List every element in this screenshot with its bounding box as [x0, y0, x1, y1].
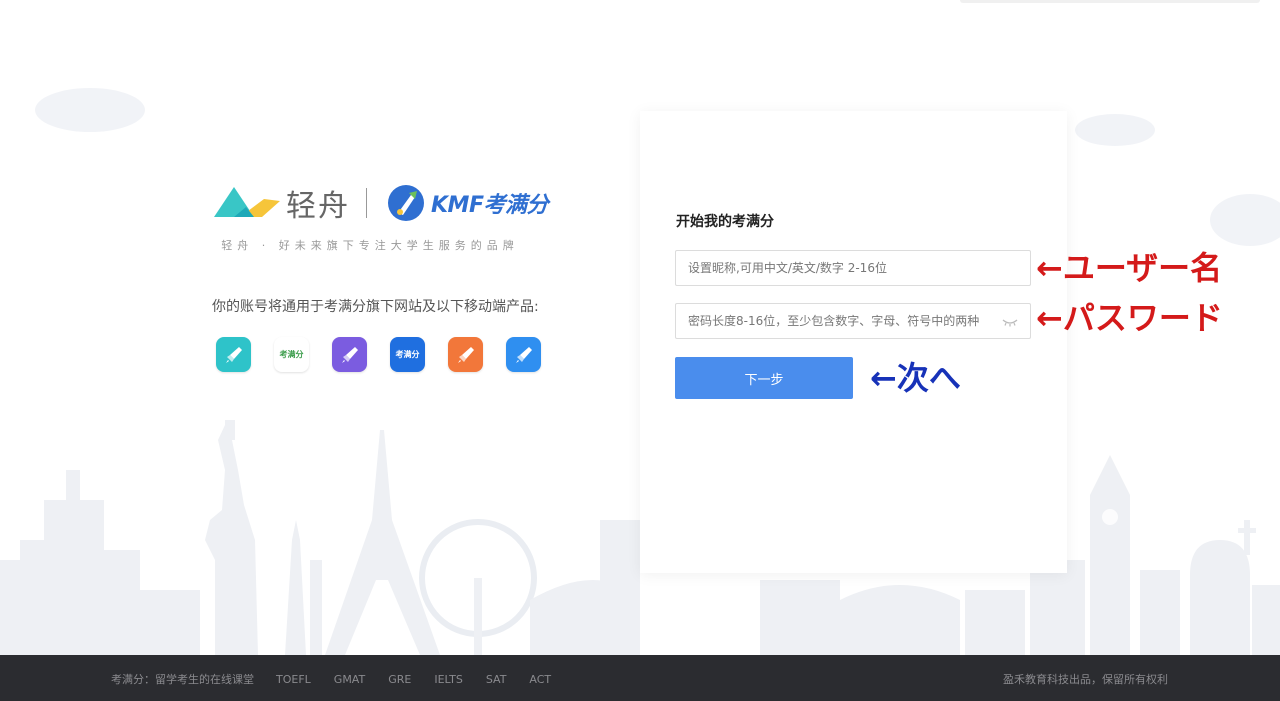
brand-tagline: 轻舟 · 好未来旗下专注大学生服务的品牌 — [221, 239, 519, 252]
qingzhou-logo-icon — [214, 187, 280, 217]
rocket-icon — [457, 346, 474, 363]
footer-links: 考满分：留学考生的在线课堂 TOEFL GMAT GRE IELTS SAT A… — [111, 671, 574, 687]
app-kmf-green[interactable]: 考满分 — [274, 337, 309, 372]
brand-section: 轻舟 KMF考满分 轻舟 · 好未来旗下专注大学生服务的品牌 — [200, 175, 560, 253]
kmf-logo-icon — [388, 185, 424, 221]
footer-link-gre[interactable]: GRE — [388, 673, 411, 686]
footer-link-gmat[interactable]: GMAT — [334, 673, 365, 686]
kmf-green-icon-label: 考满分 — [279, 349, 304, 359]
annotation-password: ←パスワード — [1036, 299, 1223, 337]
kmf-logo-latin: KMF — [431, 193, 484, 218]
register-title: 开始我的考满分 — [676, 214, 774, 230]
username-input[interactable] — [676, 261, 1030, 275]
rocket-icon — [341, 346, 358, 363]
brand-logos: 轻舟 KMF考满分 — [200, 175, 560, 231]
username-field[interactable] — [675, 250, 1031, 286]
annotation-username: ←ユーザー名 — [1036, 249, 1223, 287]
footer-link-sat[interactable]: SAT — [486, 673, 507, 686]
rocket-icon — [515, 346, 532, 363]
password-input[interactable] — [676, 314, 1030, 328]
rocket-icon — [225, 346, 242, 363]
password-field[interactable] — [675, 303, 1031, 339]
app-list: 考满分 考满分 — [216, 337, 541, 372]
annotation-next: ←次へ — [870, 359, 961, 397]
next-step-button[interactable]: 下一步 — [675, 357, 853, 399]
footer-slogan: 考满分：留学考生的在线课堂 — [111, 673, 254, 686]
footer-copyright: 盈禾教育科技出品，保留所有权利 — [1003, 673, 1168, 686]
app-rocket-blue[interactable] — [506, 337, 541, 372]
app-rocket-teal[interactable] — [216, 337, 251, 372]
footer-link-act[interactable]: ACT — [529, 673, 551, 686]
app-kmf-blue[interactable]: 考满分 — [390, 337, 425, 372]
kmf-logo-text: KMF考满分 — [431, 187, 548, 219]
footer-link-ielts[interactable]: IELTS — [434, 673, 463, 686]
logo-divider — [366, 188, 367, 218]
eye-closed-icon[interactable] — [1002, 317, 1018, 327]
register-card: 开始我的考满分 下一步 — [640, 111, 1067, 573]
kmf-logo-chinese: 考满分 — [483, 193, 548, 218]
app-rocket-purple[interactable] — [332, 337, 367, 372]
kmf-blue-icon-label: 考满分 — [395, 349, 420, 359]
footer-link-toefl[interactable]: TOEFL — [276, 673, 311, 686]
products-intro-text: 你的账号将通用于考满分旗下网站及以下移动端产品: — [212, 299, 539, 315]
site-footer: 考满分：留学考生的在线课堂 TOEFL GMAT GRE IELTS SAT A… — [0, 655, 1280, 701]
app-rocket-orange[interactable] — [448, 337, 483, 372]
qingzhou-logo-text: 轻舟 — [286, 189, 350, 224]
